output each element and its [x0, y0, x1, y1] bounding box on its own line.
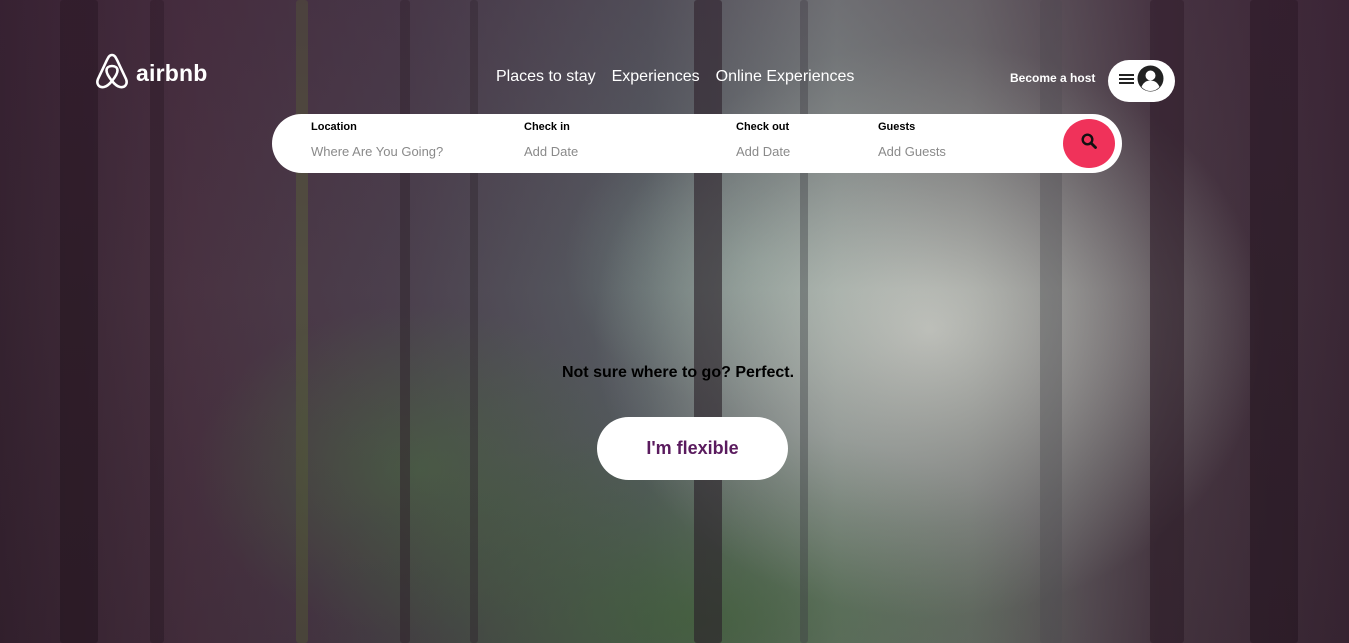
- check-in-input[interactable]: [524, 144, 674, 159]
- hamburger-icon: [1119, 72, 1135, 90]
- check-out-input[interactable]: [736, 144, 856, 159]
- search-bar: Location Check in Check out Guests: [272, 114, 1122, 173]
- guests-label: Guests: [878, 121, 916, 133]
- airbnb-logo[interactable]: airbnb: [94, 52, 207, 95]
- guests-input[interactable]: [878, 144, 1038, 159]
- im-flexible-button[interactable]: I'm flexible: [597, 417, 788, 480]
- airbnb-belo-icon: [94, 52, 130, 95]
- user-avatar-icon: [1137, 65, 1164, 97]
- nav-experiences[interactable]: Experiences: [612, 68, 700, 86]
- check-in-label: Check in: [524, 121, 570, 133]
- search-icon: [1081, 133, 1097, 154]
- hero-tagline: Not sure where to go? Perfect.: [561, 364, 795, 381]
- logo-text: airbnb: [136, 60, 208, 86]
- nav-online-experiences[interactable]: Online Experiences: [716, 68, 855, 86]
- nav-places-to-stay[interactable]: Places to stay: [496, 68, 596, 86]
- user-menu-button[interactable]: [1108, 60, 1175, 102]
- search-button[interactable]: [1063, 119, 1115, 168]
- main-nav: Places to stay Experiences Online Experi…: [496, 68, 854, 86]
- become-host-link[interactable]: Become a host: [1010, 71, 1095, 85]
- location-label: Location: [311, 121, 357, 133]
- location-input[interactable]: [311, 144, 461, 159]
- check-out-label: Check out: [736, 121, 790, 133]
